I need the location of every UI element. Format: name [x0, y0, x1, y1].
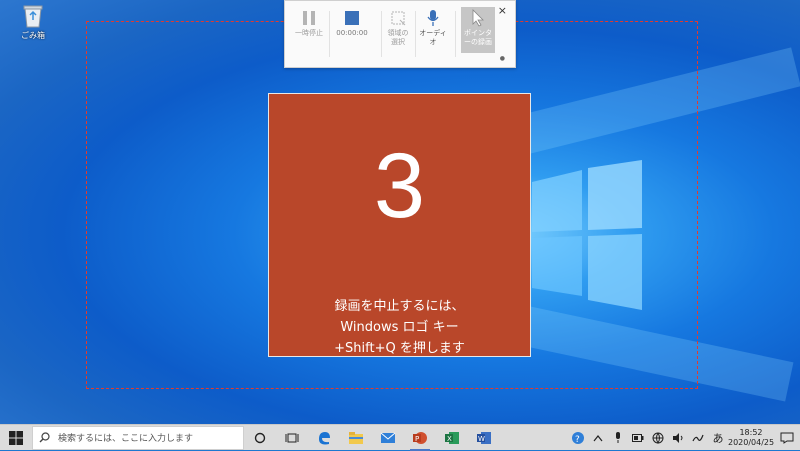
taskbar-word[interactable]: W [468, 425, 500, 451]
action-center-button[interactable] [774, 432, 800, 444]
taskbar-excel[interactable]: X [436, 425, 468, 451]
globe-network-icon [652, 432, 664, 444]
svg-text:X: X [447, 435, 452, 443]
powerpoint-icon: P [413, 431, 427, 444]
countdown-message-line: +Shift+Q を押します [334, 341, 465, 356]
recording-timer: 00:00:00 [336, 29, 368, 37]
pointer-record-button[interactable]: ポインターの録画 [461, 7, 495, 53]
ime-mode-indicator[interactable]: あ [708, 430, 728, 446]
recycle-bin-icon [22, 4, 44, 28]
tray-volume[interactable] [668, 432, 688, 443]
battery-icon [632, 433, 644, 442]
audio-label: オーディオ [419, 29, 447, 46]
countdown-message: 録画を中止するには、 Windows ロゴ キー +Shift+Q を押します [269, 296, 530, 359]
recorder-toolbar: 一時停止 00:00:00 領域の選択 オーディオ ポインターの録画 × ● [284, 0, 516, 68]
pause-button[interactable]: 一時停止 [293, 7, 325, 38]
countdown-message-line: 録画を中止するには、 [334, 299, 465, 314]
toolbar-divider [455, 11, 456, 57]
clock-date: 2020/04/25 [728, 437, 775, 447]
edge-browser-icon [319, 431, 330, 444]
close-button[interactable]: × [498, 4, 507, 17]
stop-icon [331, 7, 373, 29]
windows-start-icon [9, 430, 23, 445]
excel-icon: X [445, 431, 459, 444]
tray-microphone[interactable] [608, 431, 628, 444]
svg-text:?: ? [575, 435, 580, 445]
speaker-icon [673, 432, 683, 443]
expand-handle-icon[interactable]: ● [500, 55, 505, 62]
taskbar: 検索するには、ここに入力します P X W ? あ 18:52 2020/04/… [0, 424, 800, 451]
taskbar-edge[interactable] [308, 425, 340, 451]
toolbar-divider [415, 11, 416, 57]
recycle-bin-shortcut[interactable]: ごみ箱 [18, 4, 48, 41]
countdown-message-line: Windows ロゴ キー [340, 320, 459, 335]
taskbar-clock[interactable]: 18:52 2020/04/25 [728, 428, 774, 448]
mail-icon [380, 432, 396, 443]
start-button[interactable] [0, 425, 32, 451]
microphone-icon [419, 7, 447, 29]
task-view-button[interactable] [276, 425, 308, 451]
taskbar-file-explorer[interactable] [340, 425, 372, 451]
select-area-button[interactable]: 領域の選択 [385, 7, 411, 47]
pointer-record-label: ポインターの録画 [464, 29, 492, 46]
task-view-icon [285, 433, 299, 442]
toolbar-divider [381, 11, 382, 57]
cortana-button[interactable] [244, 425, 276, 451]
taskbar-search-box[interactable]: 検索するには、ここに入力します [32, 425, 244, 450]
folder-icon [349, 431, 363, 444]
toolbar-divider [329, 11, 330, 57]
select-area-label: 領域の選択 [387, 29, 409, 46]
tray-help[interactable]: ? [568, 431, 588, 445]
select-area-icon [385, 7, 411, 29]
cortana-circle-icon [254, 432, 266, 443]
tray-network[interactable] [648, 432, 668, 444]
countdown-number: 3 [373, 135, 426, 237]
notification-icon [780, 432, 794, 444]
microphone-tray-icon [616, 431, 620, 443]
pause-icon [293, 7, 325, 29]
pause-label: 一時停止 [295, 29, 323, 37]
svg-text:P: P [415, 435, 419, 443]
show-hidden-icons-button[interactable] [588, 434, 608, 442]
svg-text:W: W [478, 435, 485, 443]
chevron-up-icon [593, 434, 603, 441]
word-icon: W [477, 431, 491, 444]
help-icon: ? [572, 431, 584, 445]
clock-time: 18:52 [739, 427, 763, 437]
countdown-overlay: 3 録画を中止するには、 Windows ロゴ キー +Shift+Q を押しま… [268, 93, 531, 357]
tray-pen[interactable] [688, 433, 708, 443]
taskbar-mail[interactable] [372, 425, 404, 451]
audio-button[interactable]: オーディオ [419, 7, 447, 47]
mouse-pointer-icon [461, 7, 495, 29]
stop-button[interactable]: 00:00:00 [331, 7, 373, 38]
tray-battery[interactable] [628, 433, 648, 442]
pen-workspace-icon [692, 434, 704, 441]
recycle-bin-label: ごみ箱 [21, 31, 45, 40]
system-tray: ? あ 18:52 2020/04/25 [568, 425, 800, 451]
search-placeholder: 検索するには、ここに入力します [58, 434, 194, 444]
search-icon [39, 432, 50, 443]
taskbar-powerpoint[interactable]: P [404, 425, 436, 451]
